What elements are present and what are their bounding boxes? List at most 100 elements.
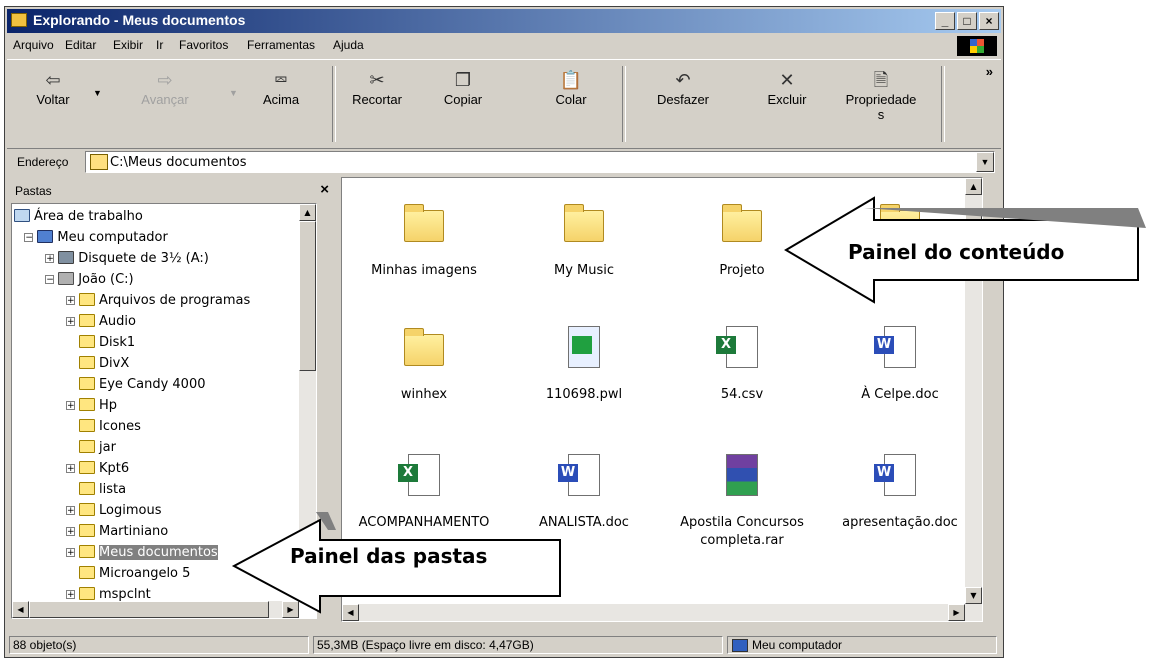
tree-item[interactable]: Área de trabalho — [14, 206, 143, 227]
address-field[interactable]: C:\Meus documentos ▼ — [85, 151, 995, 173]
scroll-left-arrow[interactable]: ◀ — [12, 601, 29, 618]
toolbar-more-chevron[interactable]: » — [986, 64, 993, 79]
tree-item[interactable]: + Audio — [66, 311, 136, 332]
expand-icon[interactable]: + — [66, 590, 75, 600]
file-item-label: Apostila Concursos completa.rar — [662, 514, 822, 550]
collapse-icon[interactable]: − — [24, 233, 34, 243]
file-item-label: apresentação.doc — [820, 514, 980, 532]
expand-icon[interactable]: + — [66, 401, 75, 411]
scroll-right-arrow[interactable]: ▶ — [948, 604, 965, 621]
scroll-up-arrow[interactable]: ▲ — [299, 204, 316, 221]
tree-item[interactable]: + Hp — [66, 395, 117, 416]
scroll-down-arrow[interactable]: ▼ — [965, 587, 982, 604]
tree-item[interactable]: Icones — [66, 416, 141, 437]
minimize-button[interactable]: _ — [935, 12, 955, 30]
menu-ir[interactable]: Ir — [156, 38, 163, 52]
window-title: Explorando - Meus documentos — [33, 12, 246, 28]
tree-connector — [66, 378, 75, 387]
copy-button[interactable]: ❐ Copiar — [423, 68, 503, 107]
forward-dropdown-icon[interactable]: ▼ — [229, 88, 238, 98]
back-button[interactable]: ⇦ Voltar — [13, 68, 93, 107]
file-item[interactable]: X ACOMPANHAMENTO — [344, 454, 504, 532]
expand-icon[interactable]: + — [66, 296, 75, 306]
expand-icon[interactable]: + — [45, 254, 55, 264]
tree-vertical-scrollbar[interactable]: ▲ — [299, 204, 316, 601]
hard-drive-icon — [58, 272, 75, 285]
back-dropdown-icon[interactable]: ▼ — [93, 88, 102, 98]
file-item[interactable]: W ANALISTA.doc — [504, 454, 664, 532]
undo-button[interactable]: ↶ Desfazer — [643, 68, 723, 107]
file-item[interactable]: Minhas imagens — [344, 202, 504, 280]
expand-icon[interactable]: + — [66, 464, 75, 474]
expand-icon[interactable]: + — [66, 548, 75, 558]
tree-item[interactable]: Eye Candy 4000 — [66, 374, 205, 395]
password-file-icon — [562, 326, 606, 368]
content-horizontal-scrollbar[interactable]: ◀ ▶ — [342, 604, 982, 621]
file-name: Apostila Concursos — [680, 515, 804, 530]
tree-item[interactable]: + Arquivos de programas — [66, 290, 250, 311]
file-item[interactable]: winhex — [344, 326, 504, 404]
scissors-icon: ✂ — [369, 70, 385, 90]
menu-ajuda[interactable]: Ajuda — [333, 38, 364, 52]
expand-icon[interactable]: + — [66, 317, 75, 327]
tree-item-label: Arquivos de programas — [99, 293, 251, 308]
folders-pane-close-button[interactable]: × — [320, 181, 329, 198]
title-bar[interactable]: Explorando - Meus documentos _ □ × — [7, 9, 1001, 33]
tree-item[interactable]: jar — [66, 437, 116, 458]
tree-item-label: Icones — [99, 419, 141, 434]
file-item[interactable]: Apostila Concursos completa.rar — [662, 454, 822, 550]
file-item[interactable]: Projeto — [662, 202, 822, 280]
collapse-icon[interactable]: − — [45, 275, 55, 285]
paste-button[interactable]: 📋 Colar — [531, 68, 611, 107]
close-button[interactable]: × — [979, 12, 999, 30]
status-location-label: Meu computador — [752, 638, 843, 652]
undo-icon: ↶ — [675, 70, 691, 90]
tree-item[interactable]: Disk1 — [66, 332, 135, 353]
tree-item[interactable]: Microangelo 5 — [66, 563, 190, 584]
folder-icon — [402, 202, 446, 244]
menu-editar[interactable]: Editar — [65, 38, 96, 52]
scroll-left-arrow[interactable]: ◀ — [342, 604, 359, 621]
tree-horizontal-scrollbar[interactable]: ◀ ▶ — [12, 601, 299, 618]
menu-exibir[interactable]: Exibir — [113, 38, 143, 52]
expand-icon[interactable]: + — [66, 506, 75, 516]
back-arrow-icon: ⇦ — [45, 70, 61, 90]
tree-item[interactable]: lista — [66, 479, 126, 500]
scroll-thumb[interactable] — [29, 601, 269, 618]
tree-item[interactable]: + Kpt6 — [66, 458, 129, 479]
file-item[interactable]: X 54.csv — [662, 326, 822, 404]
file-item[interactable]: 110698.pwl — [504, 326, 664, 404]
delete-button[interactable]: ✕ Excluir — [747, 68, 827, 107]
tree-item[interactable]: + Martiniano — [66, 521, 168, 542]
tree-item-label: Logimous — [99, 503, 162, 518]
up-button[interactable]: ⮹ Acima — [241, 68, 321, 107]
maximize-button[interactable]: □ — [957, 12, 977, 30]
properties-button[interactable]: 🗎 Propriedade s — [833, 68, 929, 122]
address-dropdown-button[interactable]: ▼ — [976, 152, 994, 172]
properties-label-wrap: s — [877, 107, 885, 122]
tree-item[interactable]: + Logimous — [66, 500, 161, 521]
cut-button[interactable]: ✂ Recortar — [337, 68, 417, 107]
tree-item[interactable]: DivX — [66, 353, 129, 374]
tree-item[interactable]: + Meus documentos — [66, 542, 218, 563]
menu-ferramentas[interactable]: Ferramentas — [247, 38, 315, 52]
menu-favoritos[interactable]: Favoritos — [179, 38, 228, 52]
back-label: Voltar — [36, 92, 70, 107]
expand-icon[interactable]: + — [66, 527, 75, 537]
file-item[interactable]: My Music — [504, 202, 664, 280]
tree-item[interactable]: + Disquete de 3½ (A:) — [45, 248, 209, 269]
tree-item[interactable]: − Meu computador — [24, 227, 168, 248]
folder-icon — [90, 154, 108, 170]
tree-item[interactable]: − João (C:) — [45, 269, 134, 290]
scroll-right-arrow[interactable]: ▶ — [282, 601, 299, 618]
scroll-up-arrow[interactable]: ▲ — [965, 178, 982, 195]
file-item[interactable]: Wapresentação.doc — [820, 454, 980, 532]
scroll-thumb[interactable] — [299, 221, 316, 371]
forward-button[interactable]: ⇨ Avançar — [125, 68, 205, 107]
forward-label: Avançar — [141, 92, 189, 107]
content-callout-label: Painel do conteúdo — [848, 240, 1065, 264]
explorer-window: Explorando - Meus documentos _ □ × Arqui… — [4, 6, 1004, 658]
menu-arquivo[interactable]: Arquivo — [13, 38, 54, 52]
file-item[interactable]: W À Celpe.doc — [820, 326, 980, 404]
tree-item-label: Hp — [99, 398, 118, 413]
